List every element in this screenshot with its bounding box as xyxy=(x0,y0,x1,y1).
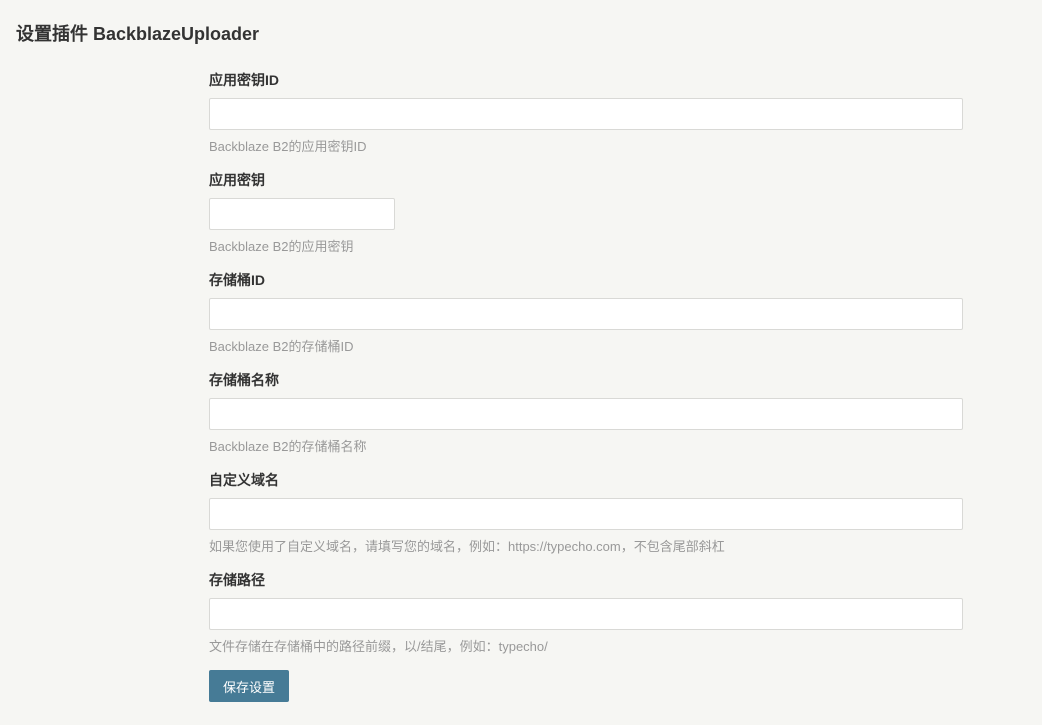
field-description: Backblaze B2的存储桶名称 xyxy=(209,439,367,454)
custom-domain-input[interactable] xyxy=(209,498,963,530)
storage-path-input[interactable] xyxy=(209,598,963,630)
field-storage-path: 存储路径 文件存储在存储桶中的路径前缀，以/结尾，例如：typecho/ xyxy=(209,570,963,670)
field-bucket-id: 存储桶ID Backblaze B2的存储桶ID xyxy=(209,270,963,370)
field-description: 如果您使用了自定义域名，请填写您的域名，例如：https://typecho.c… xyxy=(209,539,725,554)
field-description: Backblaze B2的应用密钥ID xyxy=(209,139,367,154)
field-label: 存储桶名称 xyxy=(209,372,279,388)
bucket-name-input[interactable] xyxy=(209,398,963,430)
field-description: Backblaze B2的存储桶ID xyxy=(209,339,354,354)
save-settings-button[interactable]: 保存设置 xyxy=(209,670,289,702)
bucket-id-input[interactable] xyxy=(209,298,963,330)
field-label: 应用密钥ID xyxy=(209,72,279,88)
application-key-id-input[interactable] xyxy=(209,98,963,130)
field-application-key-id: 应用密钥ID Backblaze B2的应用密钥ID xyxy=(209,70,963,170)
field-description: 文件存储在存储桶中的路径前缀，以/结尾，例如：typecho/ xyxy=(209,639,548,654)
application-key-input[interactable] xyxy=(209,198,395,230)
page-title: 设置插件 BackblazeUploader xyxy=(16,24,260,44)
field-label: 存储桶ID xyxy=(209,272,265,288)
field-label: 存储路径 xyxy=(209,572,265,588)
field-label: 应用密钥 xyxy=(209,172,265,188)
field-label: 自定义域名 xyxy=(209,472,279,488)
field-application-key: 应用密钥 Backblaze B2的应用密钥 xyxy=(209,170,963,270)
plugin-settings-form: 应用密钥ID Backblaze B2的应用密钥ID 应用密钥 Backblaz… xyxy=(209,70,963,670)
field-custom-domain: 自定义域名 如果您使用了自定义域名，请填写您的域名，例如：https://typ… xyxy=(209,470,963,570)
field-bucket-name: 存储桶名称 Backblaze B2的存储桶名称 xyxy=(209,370,963,470)
field-description: Backblaze B2的应用密钥 xyxy=(209,239,354,254)
